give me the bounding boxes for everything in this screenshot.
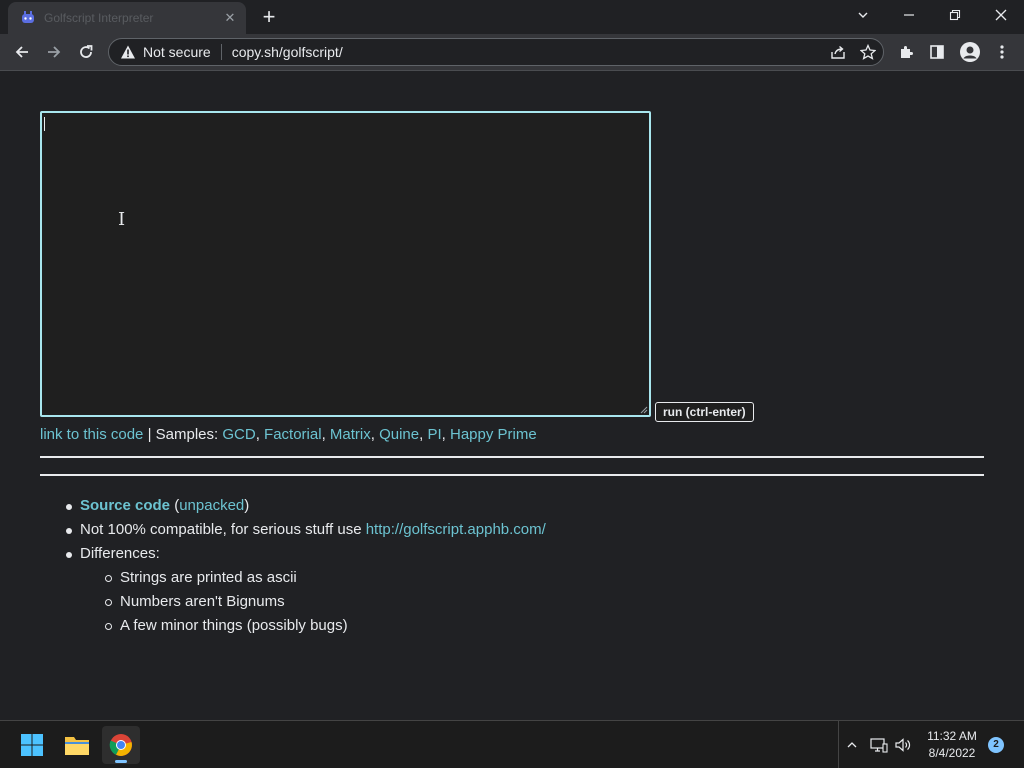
- sample-link-pi[interactable]: PI: [427, 426, 441, 443]
- compat-text: Not 100% compatible, for serious stuff u…: [80, 521, 362, 538]
- close-window-icon[interactable]: [978, 0, 1024, 30]
- separator: |: [147, 426, 152, 443]
- comma: ,: [370, 426, 375, 443]
- text-caret: [44, 117, 45, 131]
- extensions-puzzle-icon[interactable]: [891, 38, 921, 66]
- differences-label: Differences:: [80, 545, 160, 562]
- output-divider-top: [40, 456, 984, 458]
- comma: ,: [419, 426, 424, 443]
- game-controller-icon: [20, 10, 36, 26]
- warning-triangle-icon[interactable]: [119, 43, 137, 61]
- sample-link-gcd[interactable]: GCD: [222, 426, 255, 443]
- browser-tab[interactable]: Golfscript Interpreter ✕: [8, 2, 246, 34]
- profile-avatar-icon[interactable]: [955, 38, 985, 66]
- sample-link-quine[interactable]: Quine: [379, 426, 419, 443]
- resize-grip-icon[interactable]: [640, 406, 648, 414]
- tab-strip: Golfscript Interpreter ✕ +: [0, 0, 1024, 34]
- source-code-link[interactable]: Source code: [80, 497, 170, 514]
- comma: ,: [441, 426, 446, 443]
- security-label[interactable]: Not secure: [143, 44, 211, 60]
- sample-link-matrix[interactable]: Matrix: [330, 426, 371, 443]
- address-bar[interactable]: Not secure copy.sh/golfscript/: [108, 38, 884, 66]
- more-menu-icon[interactable]: [987, 38, 1017, 66]
- notification-badge[interactable]: 2: [988, 737, 1004, 753]
- unpacked-link[interactable]: unpacked: [179, 497, 244, 514]
- list-item: Source code (unpacked): [66, 494, 546, 518]
- code-editor[interactable]: I: [40, 111, 651, 417]
- system-clock[interactable]: 11:32 AM 8/4/2022: [918, 728, 986, 762]
- permalink-link[interactable]: link to this code: [40, 426, 143, 443]
- restore-icon[interactable]: [932, 0, 978, 30]
- show-hidden-icons-chevron-icon[interactable]: [838, 721, 864, 768]
- forward-arrow-icon[interactable]: [40, 38, 68, 66]
- bookmark-star-icon[interactable]: [853, 39, 883, 65]
- tab-search-icon[interactable]: [840, 0, 886, 30]
- list-item: Numbers aren't Bignums: [105, 590, 586, 614]
- reload-icon[interactable]: [72, 38, 100, 66]
- active-app-indicator: [115, 760, 127, 763]
- comma: ,: [255, 426, 260, 443]
- tab-title: Golfscript Interpreter: [44, 11, 154, 25]
- windows-start-icon[interactable]: [13, 726, 51, 764]
- list-item: Not 100% compatible, for serious stuff u…: [66, 518, 546, 542]
- clock-date: 8/4/2022: [928, 746, 976, 760]
- minimize-icon[interactable]: [886, 0, 932, 30]
- new-tab-icon[interactable]: +: [256, 5, 282, 29]
- volume-icon[interactable]: [893, 735, 913, 755]
- share-icon[interactable]: [823, 39, 853, 65]
- back-arrow-icon[interactable]: [8, 38, 36, 66]
- tab-close-icon[interactable]: ✕: [222, 10, 238, 26]
- differences-list: Strings are printed as ascii Numbers are…: [105, 566, 586, 638]
- network-icon[interactable]: [869, 735, 889, 755]
- list-item: A few minor things (possibly bugs): [105, 614, 586, 638]
- run-button[interactable]: run (ctrl-enter): [655, 402, 754, 422]
- page-content: I run (ctrl-enter) link to this code | S…: [0, 71, 1024, 720]
- browser-toolbar: Not secure copy.sh/golfscript/: [0, 34, 1024, 71]
- samples-label: Samples:: [155, 426, 219, 443]
- sample-link-factorial[interactable]: Factorial: [264, 426, 322, 443]
- apphb-link[interactable]: http://golfscript.apphb.com/: [366, 521, 546, 538]
- notes-list: Source code (unpacked) Not 100% compatib…: [66, 494, 546, 638]
- list-item: Strings are printed as ascii Numbers are…: [80, 566, 546, 638]
- sample-link-happy-prime[interactable]: Happy Prime: [450, 426, 537, 443]
- comma: ,: [321, 426, 326, 443]
- side-panel-icon[interactable]: [922, 38, 952, 66]
- omnibox-divider: [220, 44, 222, 60]
- clock-time: 11:32 AM: [927, 729, 977, 743]
- i-beam-cursor-icon: I: [118, 209, 126, 230]
- list-item: Strings are printed as ascii: [105, 566, 586, 590]
- taskbar: 11:32 AM 8/4/2022 2: [0, 720, 1024, 768]
- list-item: Differences:: [66, 542, 546, 566]
- paren-close: ): [244, 497, 250, 514]
- chrome-taskbar-icon[interactable]: [102, 726, 140, 764]
- output-divider-bottom: [40, 474, 984, 476]
- file-explorer-icon[interactable]: [58, 726, 96, 764]
- url-text[interactable]: copy.sh/golfscript/: [232, 44, 823, 60]
- links-row: link to this code | Samples: GCD, Factor…: [40, 426, 537, 443]
